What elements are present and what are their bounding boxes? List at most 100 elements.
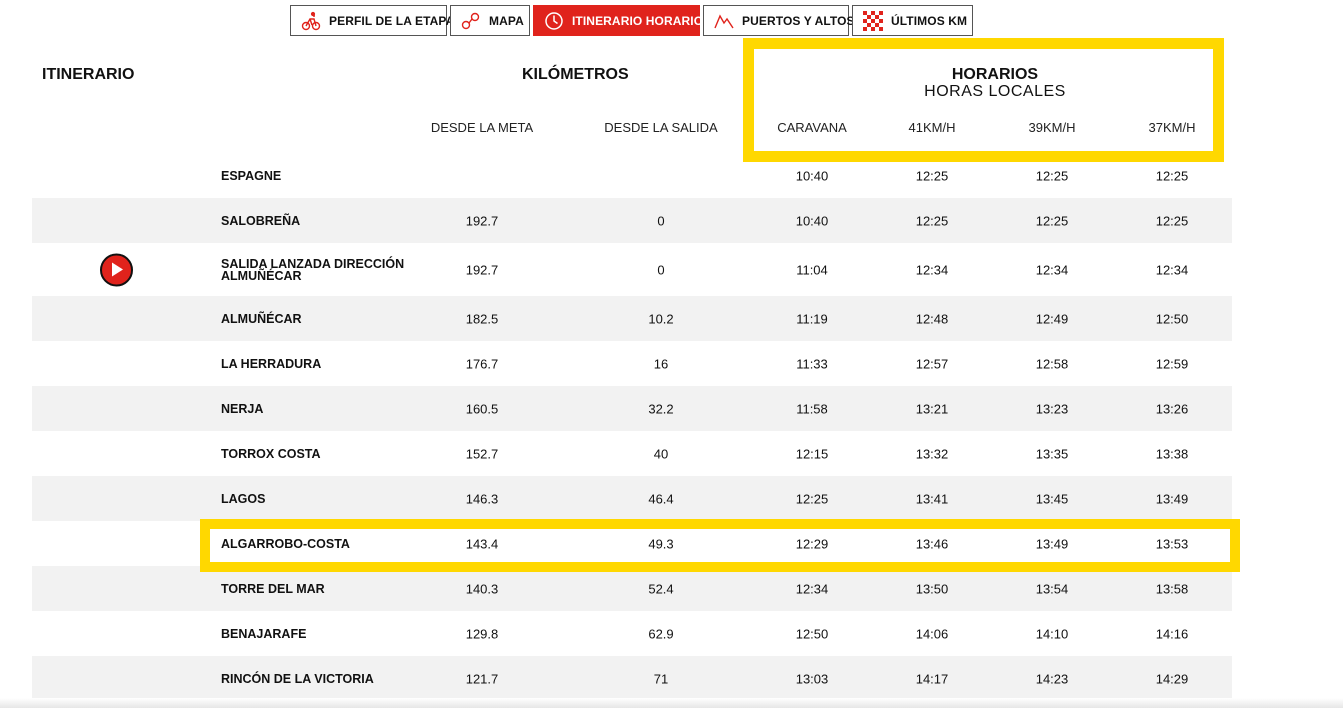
row-39kmh: 12:34 <box>1035 262 1069 277</box>
row-desde-salida: 71 <box>653 671 669 686</box>
table-row-highlighted: ALGARROBO-COSTA 143.4 49.3 12:29 13:46 1… <box>32 521 1232 566</box>
mountain-icon <box>714 10 734 32</box>
row-caravana: 11:19 <box>796 311 828 326</box>
row-39kmh: 12:49 <box>1035 311 1069 326</box>
table-row: TORROX COSTA 152.7 40 12:15 13:32 13:35 … <box>32 431 1232 476</box>
col-desde-la-meta: DESDE LA META <box>430 120 534 135</box>
table-row: SALIDA LANZADA DIRECCIÓN ALMUÑÉCAR 192.7… <box>32 243 1232 296</box>
row-caravana: 12:50 <box>795 626 829 641</box>
row-caravana: 10:40 <box>795 213 829 228</box>
row-41kmh: 13:46 <box>915 536 949 551</box>
row-41kmh: 13:41 <box>915 491 949 506</box>
row-desde-meta: 140.3 <box>465 581 499 596</box>
tab-ultimos-km[interactable]: ÚLTIMOS KM <box>852 5 973 36</box>
row-desde-meta: 143.4 <box>465 536 499 551</box>
route-map-icon <box>461 10 481 32</box>
row-desde-salida: 10.2 <box>648 311 674 326</box>
row-place: SALIDA LANZADA DIRECCIÓN ALMUÑÉCAR <box>221 256 405 283</box>
row-41kmh: 13:32 <box>915 446 949 461</box>
row-39kmh: 13:49 <box>1035 536 1069 551</box>
row-desde-salida: 16 <box>653 356 669 371</box>
row-37kmh: 13:26 <box>1155 401 1189 416</box>
table-row: LAGOS 146.3 46.4 12:25 13:41 13:45 13:49 <box>32 476 1232 521</box>
row-place: BENAJARAFE <box>221 626 307 641</box>
row-caravana: 12:15 <box>795 446 829 461</box>
tab-bar: PERFIL DE LA ETAPA MAPA ITINERARIO HORAR… <box>290 5 973 36</box>
row-caravana: 11:58 <box>796 401 828 416</box>
row-caravana: 12:25 <box>795 491 829 506</box>
tab-itinerario-horario[interactable]: ITINERARIO HORARIO <box>533 5 704 36</box>
bottom-shadow <box>0 698 1343 708</box>
row-37kmh: 13:58 <box>1155 581 1189 596</box>
table-row: RINCÓN DE LA VICTORIA 121.7 71 13:03 14:… <box>32 656 1232 701</box>
row-desde-meta: 192.7 <box>465 262 499 277</box>
tab-label: PERFIL DE LA ETAPA <box>329 13 455 28</box>
row-desde-meta: 176.7 <box>465 356 499 371</box>
row-37kmh: 13:38 <box>1155 446 1189 461</box>
row-desde-meta: 129.8 <box>465 626 499 641</box>
row-desde-salida: 62.9 <box>648 626 674 641</box>
row-desde-meta: 146.3 <box>465 491 499 506</box>
row-39kmh: 13:23 <box>1035 401 1069 416</box>
row-desde-salida: 46.4 <box>648 491 674 506</box>
table-row: BENAJARAFE 129.8 62.9 12:50 14:06 14:10 … <box>32 611 1232 656</box>
table-row: NERJA 160.5 32.2 11:58 13:21 13:23 13:26 <box>32 386 1232 431</box>
row-caravana: 12:29 <box>795 536 829 551</box>
row-caravana: 10:40 <box>795 168 829 183</box>
row-desde-salida: 52.4 <box>648 581 674 596</box>
row-37kmh: 12:25 <box>1155 168 1189 183</box>
row-37kmh: 12:50 <box>1155 311 1189 326</box>
row-37kmh: 13:53 <box>1155 536 1189 551</box>
tab-mapa[interactable]: MAPA <box>450 5 530 36</box>
row-37kmh: 12:25 <box>1155 213 1189 228</box>
tab-label: MAPA <box>489 13 524 28</box>
tab-label: ITINERARIO HORARIO <box>572 13 704 28</box>
row-41kmh: 14:17 <box>915 671 949 686</box>
table-row: TORRE DEL MAR 140.3 52.4 12:34 13:50 13:… <box>32 566 1232 611</box>
row-39kmh: 14:23 <box>1035 671 1069 686</box>
row-41kmh: 12:57 <box>915 356 949 371</box>
table-row: ALMUÑÉCAR 182.5 10.2 11:19 12:48 12:49 1… <box>32 296 1232 341</box>
row-37kmh: 12:34 <box>1155 262 1189 277</box>
row-place: ESPAGNE <box>221 168 282 183</box>
row-place: SALOBREÑA <box>221 213 301 228</box>
row-37kmh: 14:29 <box>1155 671 1189 686</box>
row-desde-salida: 0 <box>657 262 665 277</box>
tab-perfil-de-la-etapa[interactable]: PERFIL DE LA ETAPA <box>290 5 454 36</box>
table-row: SALOBREÑA 192.7 0 10:40 12:25 12:25 12:2… <box>32 198 1232 243</box>
row-place: LA HERRADURA <box>221 356 322 371</box>
row-caravana: 13:03 <box>795 671 829 686</box>
row-39kmh: 12:25 <box>1035 168 1069 183</box>
row-desde-meta: 182.5 <box>465 311 499 326</box>
row-41kmh: 13:50 <box>915 581 949 596</box>
row-desde-meta: 152.7 <box>465 446 499 461</box>
row-41kmh: 14:06 <box>915 626 949 641</box>
row-41kmh: 13:21 <box>915 401 949 416</box>
row-39kmh: 14:10 <box>1035 626 1069 641</box>
row-caravana: 11:04 <box>796 262 828 277</box>
row-39kmh: 13:45 <box>1035 491 1069 506</box>
row-desde-meta: 160.5 <box>465 401 499 416</box>
itinerario-heading: ITINERARIO <box>42 66 135 83</box>
tab-label: PUERTOS Y ALTOS <box>742 13 855 28</box>
row-41kmh: 12:25 <box>915 213 949 228</box>
clock-icon <box>544 10 564 32</box>
row-place: TORROX COSTA <box>221 446 321 461</box>
row-place: ALMUÑÉCAR <box>221 311 302 326</box>
table-row: LA HERRADURA 176.7 16 11:33 12:57 12:58 … <box>32 341 1232 386</box>
row-desde-salida: 49.3 <box>648 536 674 551</box>
cyclist-icon <box>301 10 321 32</box>
row-39kmh: 13:54 <box>1035 581 1069 596</box>
tab-label: ÚLTIMOS KM <box>891 13 968 28</box>
row-desde-meta: 121.7 <box>465 671 499 686</box>
row-37kmh: 14:16 <box>1155 626 1189 641</box>
row-caravana: 11:33 <box>796 356 828 371</box>
row-desde-salida: 40 <box>653 446 669 461</box>
tab-puertos-y-altos[interactable]: PUERTOS Y ALTOS <box>703 5 855 36</box>
row-39kmh: 12:58 <box>1035 356 1069 371</box>
kilometros-heading: KILÓMETROS <box>522 66 629 83</box>
play-icon[interactable] <box>100 253 133 286</box>
itinerary-table: ESPAGNE 10:40 12:25 12:25 12:25 SALOBREÑ… <box>32 153 1232 701</box>
row-41kmh: 12:48 <box>915 311 949 326</box>
row-desde-salida: 0 <box>657 213 665 228</box>
